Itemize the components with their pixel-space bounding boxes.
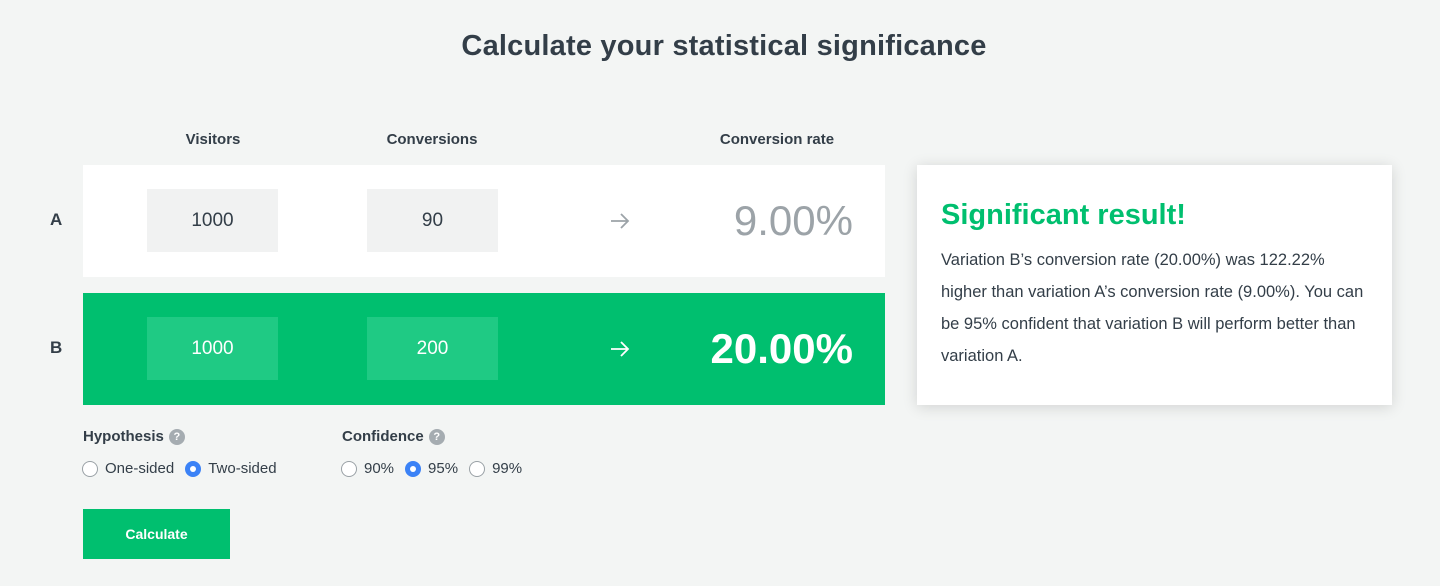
help-icon[interactable]: ? xyxy=(428,428,445,445)
radio-button[interactable] xyxy=(469,460,486,477)
confidence-95-option[interactable]: 95% xyxy=(405,460,458,477)
variation-b-row: 20.00% xyxy=(83,293,885,405)
visitors-a-input[interactable] xyxy=(147,189,278,252)
row-label-a: A xyxy=(50,210,63,229)
radio-label: 95% xyxy=(428,460,459,477)
hypothesis-label-group: Hypothesis ? xyxy=(83,428,185,445)
radio-label: 99% xyxy=(492,460,523,477)
radio-button[interactable] xyxy=(341,460,357,477)
result-title: Significant result! xyxy=(941,199,1186,231)
conversions-a-input[interactable] xyxy=(367,189,498,252)
arrow-right-icon xyxy=(611,213,630,229)
arrow-right-icon xyxy=(611,341,630,357)
radio-label: Two-sided xyxy=(208,460,277,477)
confidence-label-group: Confidence ? xyxy=(342,428,445,445)
variation-a-row: 9.00% xyxy=(83,165,885,277)
page-title: Calculate your statistical significance xyxy=(461,30,987,62)
conversion-rate-b: 20.00% xyxy=(710,325,853,372)
hypothesis-two-sided-option[interactable]: Two-sided xyxy=(185,460,277,477)
row-label-b: B xyxy=(50,338,63,357)
hypothesis-one-sided-option[interactable]: One-sided xyxy=(82,460,174,477)
confidence-radio-group: 90% 95% 99% xyxy=(341,460,533,477)
conversion-rate-column-header: Conversion rate xyxy=(719,131,835,148)
hypothesis-radio-group: One-sided Two-sided xyxy=(82,460,288,477)
conversions-column-header: Conversions xyxy=(386,131,478,148)
confidence-99-option[interactable]: 99% xyxy=(469,460,522,477)
visitors-b-input[interactable] xyxy=(147,317,278,380)
radio-button[interactable] xyxy=(82,460,98,477)
visitors-column-header: Visitors xyxy=(185,131,241,148)
result-card: Significant result! Variation B’s conver… xyxy=(917,165,1392,405)
help-icon[interactable]: ? xyxy=(168,428,185,445)
radio-button-selected[interactable] xyxy=(185,460,202,477)
radio-label: One-sided xyxy=(105,460,175,477)
confidence-90-option[interactable]: 90% xyxy=(341,460,394,477)
conversion-rate-a: 9.00% xyxy=(733,197,853,244)
conversions-b-input[interactable] xyxy=(367,317,498,380)
radio-button-selected[interactable] xyxy=(405,460,422,477)
radio-label: 90% xyxy=(364,460,395,477)
calculate-button[interactable]: Calculate xyxy=(83,509,230,559)
hypothesis-label: Hypothesis xyxy=(83,428,164,445)
result-description: Variation B’s conversion rate (20.00%) w… xyxy=(941,251,1364,365)
confidence-label: Confidence xyxy=(342,428,424,445)
